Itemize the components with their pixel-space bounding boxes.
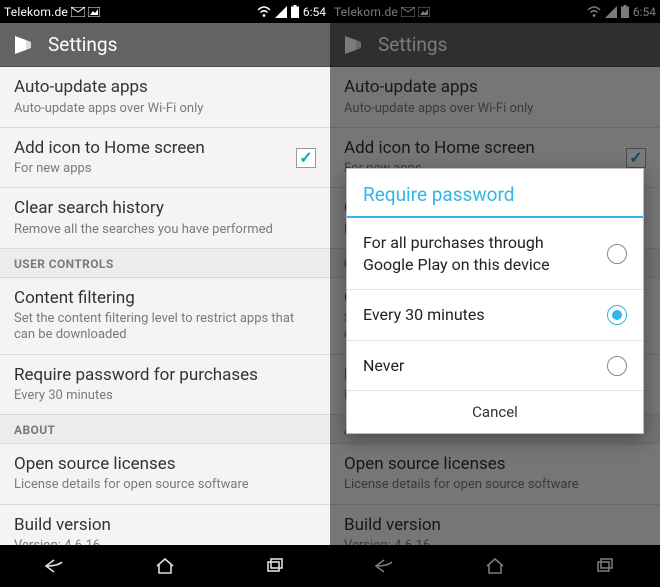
setting-content-filtering[interactable]: Content filtering Set the content filter… [0, 278, 330, 355]
picture-icon [88, 7, 100, 17]
dialog-option-every-30[interactable]: Every 30 minutes [347, 290, 643, 341]
setting-sub: Remove all the searches you have perform… [14, 222, 316, 238]
setting-sub: Every 30 minutes [14, 388, 316, 404]
play-store-icon[interactable] [10, 32, 36, 58]
nav-back-icon[interactable] [35, 546, 75, 586]
carrier-label: Telekom.de [4, 5, 68, 19]
setting-title: Add icon to Home screen [14, 138, 316, 159]
setting-build-version[interactable]: Build version Version: 4.6.16 [0, 505, 330, 545]
wifi-icon [257, 6, 271, 18]
mail-icon [71, 7, 85, 17]
settings-list: Auto-update apps Auto-update apps over W… [0, 67, 330, 544]
section-about: ABOUT [0, 415, 330, 444]
signal-icon [275, 6, 287, 18]
phone-right: Telekom.de 6:54 [330, 0, 660, 587]
setting-title: Build version [14, 515, 316, 536]
setting-title: Clear search history [14, 198, 316, 219]
radio-icon [607, 244, 627, 264]
setting-sub: Set the content filtering level to restr… [14, 311, 316, 344]
action-bar: Settings [0, 23, 330, 67]
status-bar: Telekom.de 6:54 [0, 0, 330, 23]
setting-title: Content filtering [14, 288, 316, 309]
setting-sub: Auto-update apps over Wi-Fi only [14, 101, 316, 117]
checkbox-add-icon[interactable] [296, 148, 316, 168]
setting-sub: For new apps [14, 161, 316, 177]
page-title: Settings [48, 33, 117, 56]
setting-sub: Version: 4.6.16 [14, 538, 316, 545]
dialog-option-all-purchases[interactable]: For all purchases through Google Play on… [347, 218, 643, 290]
setting-sub: License details for open source software [14, 477, 316, 493]
phone-left: Telekom.de 6:54 [0, 0, 330, 587]
nav-home-icon[interactable] [145, 546, 185, 586]
section-user-controls: USER CONTROLS [0, 249, 330, 278]
dialog-option-label: Never [363, 355, 607, 377]
setting-title: Open source licenses [14, 454, 316, 475]
dialog-title: Require password [347, 169, 643, 216]
nav-bar [0, 545, 330, 587]
nav-recents-icon[interactable] [255, 546, 295, 586]
dialog-option-label: For all purchases through Google Play on… [363, 232, 607, 275]
setting-open-source-licenses[interactable]: Open source licenses License details for… [0, 444, 330, 505]
dialog-cancel-button[interactable]: Cancel [347, 390, 643, 433]
setting-title: Auto-update apps [14, 77, 316, 98]
setting-clear-search[interactable]: Clear search history Remove all the sear… [0, 188, 330, 249]
setting-add-icon[interactable]: Add icon to Home screen For new apps [0, 128, 330, 189]
setting-require-password[interactable]: Require password for purchases Every 30 … [0, 355, 330, 416]
radio-icon [607, 356, 627, 376]
setting-title: Require password for purchases [14, 365, 316, 386]
battery-icon [291, 5, 299, 18]
setting-auto-update[interactable]: Auto-update apps Auto-update apps over W… [0, 67, 330, 128]
dialog-option-label: Every 30 minutes [363, 304, 607, 326]
dialog-option-never[interactable]: Never [347, 341, 643, 391]
radio-icon [607, 305, 627, 325]
clock-label: 6:54 [303, 5, 326, 19]
require-password-dialog: Require password For all purchases throu… [346, 168, 644, 434]
